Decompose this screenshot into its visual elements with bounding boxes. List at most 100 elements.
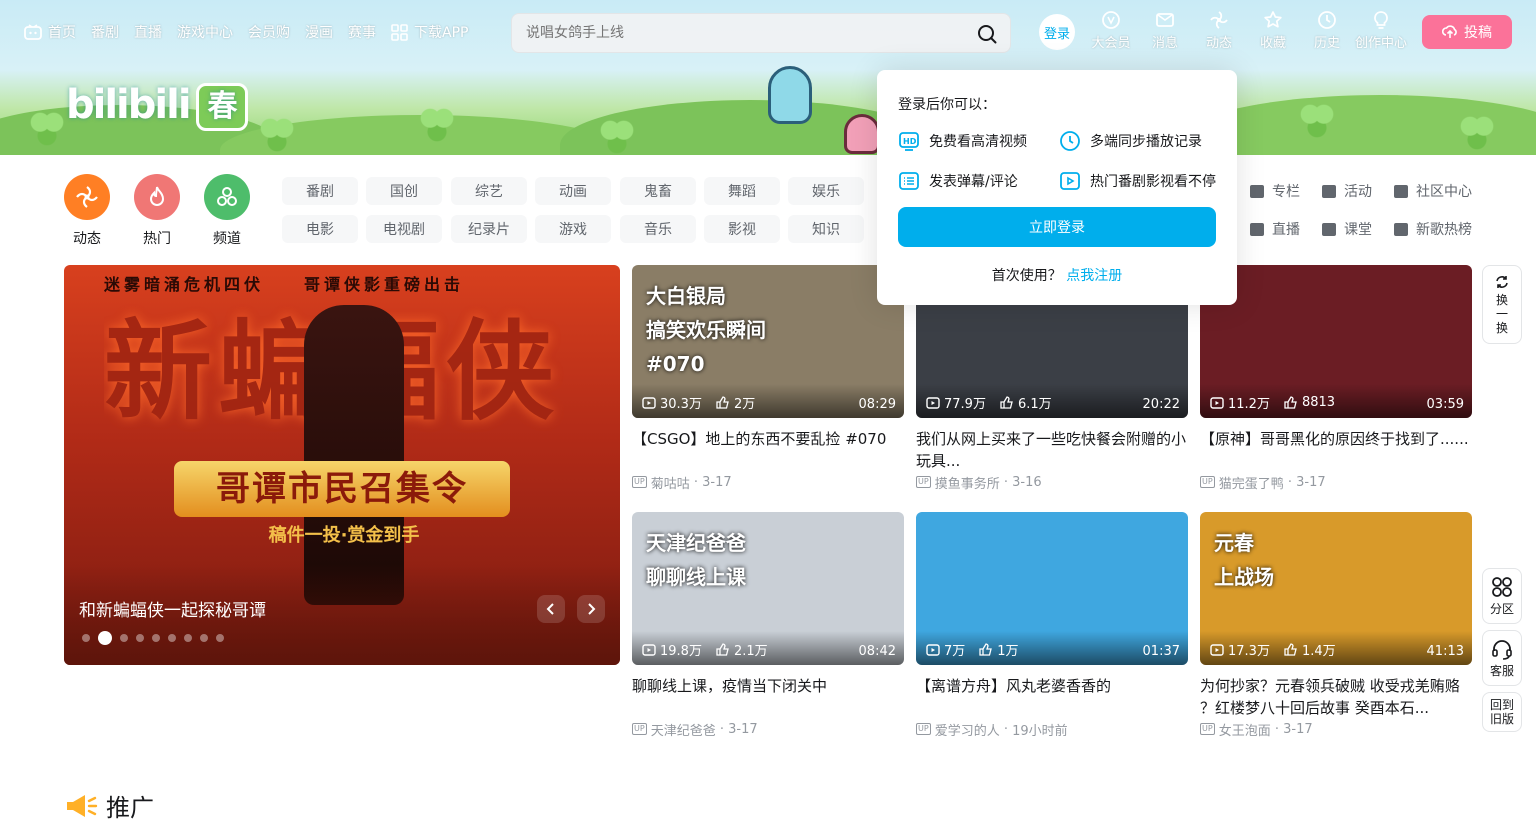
tag-music[interactable]: 音乐 xyxy=(620,215,696,243)
nav-dynamic[interactable]: 动态 xyxy=(1192,10,1246,51)
feature-comment: 发表弹幕/评论 xyxy=(898,170,1018,192)
tag-entertainment[interactable]: 娱乐 xyxy=(788,177,864,205)
video-card[interactable]: 天津纪爸爸 聊聊线上课 19.8万 2.1万 08:42 聊聊线上课，疫情当下闭关中 UP… xyxy=(632,512,904,739)
community-icon xyxy=(1394,184,1408,198)
video-author[interactable]: 猫完蛋了鸭 xyxy=(1219,473,1284,492)
like-count: 1万 xyxy=(997,644,1019,659)
link-community[interactable]: 社区中心 xyxy=(1394,177,1472,205)
nav-favorites[interactable]: 收藏 xyxy=(1246,10,1300,51)
clover-decoration xyxy=(1460,116,1494,150)
link-label: 直播 xyxy=(1272,222,1300,238)
video-author[interactable]: 女王泡面 xyxy=(1219,720,1271,739)
tag-kichiku[interactable]: 鬼畜 xyxy=(620,177,696,205)
tag-movie[interactable]: 电影 xyxy=(282,215,358,243)
search-button[interactable] xyxy=(976,23,998,45)
link-column[interactable]: 专栏 xyxy=(1250,177,1300,205)
tag-animation[interactable]: 动画 xyxy=(535,177,611,205)
top-navigation: 首页 番剧 直播 游戏中心 会员购 漫画 赛事 下载APP 登录 大会员 消息 … xyxy=(0,0,1536,64)
video-author[interactable]: 爱学习的人 xyxy=(935,720,1000,739)
video-thumbnail[interactable]: 天津纪爸爸 聊聊线上课 19.8万 2.1万 08:42 xyxy=(632,512,904,665)
meta-separator: · xyxy=(1283,474,1297,490)
thumbnail-caption: 天津纪爸爸 聊聊线上课 xyxy=(646,531,746,589)
tag-variety[interactable]: 综艺 xyxy=(451,177,527,205)
channel-hot[interactable]: 热门 xyxy=(134,174,180,248)
customer-service-button[interactable]: 客服 xyxy=(1482,630,1522,686)
video-card[interactable]: 元春 上战场 17.3万 1.4万 41:13 为何抄家？元春领兵破贼 收受戎羌贿赂 ？… xyxy=(1200,512,1472,739)
link-new-songs[interactable]: 新歌热榜 xyxy=(1394,215,1472,243)
nav-live[interactable]: 直播 xyxy=(134,22,162,42)
carousel-dot[interactable] xyxy=(184,634,192,642)
carousel-prev-button[interactable] xyxy=(537,595,565,623)
nav-download-app[interactable]: 下载APP xyxy=(391,22,468,42)
nav-home[interactable]: 首页 xyxy=(24,22,76,42)
link-classroom[interactable]: 课堂 xyxy=(1322,215,1372,243)
link-activity[interactable]: 活动 xyxy=(1322,177,1372,205)
video-title[interactable]: 【CSGO】地上的东西不要乱捡 #070 xyxy=(632,428,904,472)
video-thumbnail[interactable]: 大白银局 搞笑欢乐瞬间 #070 30.3万 2万 08:29 xyxy=(632,265,904,418)
video-thumbnail[interactable]: 11.2万 8813 03:59 xyxy=(1200,265,1472,418)
tag-dance[interactable]: 舞蹈 xyxy=(704,177,780,205)
nav-history[interactable]: 历史 xyxy=(1300,10,1354,51)
channel-channels[interactable]: 频道 xyxy=(204,174,250,248)
video-author[interactable]: 菊咕咕 xyxy=(651,473,690,492)
tag-anime[interactable]: 番剧 xyxy=(282,177,358,205)
carousel-dot[interactable] xyxy=(120,634,128,642)
video-title[interactable]: 【离谱方舟】风丸老婆香香的 xyxy=(916,675,1188,719)
video-author[interactable]: 天津纪爸爸 xyxy=(651,720,716,739)
video-card[interactable]: 7万 1万 01:37 【离谱方舟】风丸老婆香香的 UP 爱学习的人 · 19小时前 xyxy=(916,512,1188,739)
carousel-dot[interactable] xyxy=(136,634,144,642)
search-input[interactable] xyxy=(526,23,946,43)
channel-dynamic[interactable]: 动态 xyxy=(64,174,110,248)
link-label: 活动 xyxy=(1344,184,1372,200)
nav-member-shop[interactable]: 会员购 xyxy=(248,22,290,42)
nav-creator-center[interactable]: 创作中心 xyxy=(1354,10,1408,51)
banner-title[interactable]: 和新蝙蝠侠一起探秘哥谭 xyxy=(79,596,266,621)
carousel-next-button[interactable] xyxy=(577,595,605,623)
carousel-dot[interactable] xyxy=(200,634,208,642)
login-now-button[interactable]: 立即登录 xyxy=(898,207,1216,247)
video-thumbnail[interactable]: 元春 上战场 17.3万 1.4万 41:13 xyxy=(1200,512,1472,665)
nav-messages[interactable]: 消息 xyxy=(1138,10,1192,51)
nav-vip[interactable]: 大会员 xyxy=(1084,10,1138,51)
video-meta: UP 猫完蛋了鸭 · 3-17 xyxy=(1200,472,1472,492)
popup-heading: 登录后你可以： xyxy=(898,97,996,113)
carousel-dot[interactable] xyxy=(168,634,176,642)
tag-tv[interactable]: 电视剧 xyxy=(366,215,442,243)
video-thumbnail[interactable]: 7万 1万 01:37 xyxy=(916,512,1188,665)
carousel-banner[interactable]: 迷雾暗涌危机四伏 哥谭侠影重磅出击 新蝙蝠侠 哥谭市民召集令 稿件一投·赏金到手… xyxy=(64,265,620,665)
old-version-button[interactable]: 回到旧版 xyxy=(1482,692,1522,732)
video-date: 3-17 xyxy=(728,721,758,737)
nav-esports[interactable]: 赛事 xyxy=(348,22,376,42)
video-date: 3-17 xyxy=(1296,474,1326,490)
link-live[interactable]: 直播 xyxy=(1250,215,1300,243)
tag-documentary[interactable]: 纪录片 xyxy=(451,215,527,243)
nav-manga[interactable]: 漫画 xyxy=(305,22,333,42)
bilibili-logo[interactable]: bilibili 春 xyxy=(66,82,248,131)
video-title[interactable]: 为何抄家？元春领兵破贼 收受戎羌贿赂 ？红楼梦八十回后故事 癸酉本石... xyxy=(1200,675,1472,719)
refresh-button[interactable]: 换一换 xyxy=(1482,265,1522,344)
carousel-dot[interactable] xyxy=(82,634,90,642)
video-card[interactable]: 11.2万 8813 03:59 【原神】哥哥黑化的原因终于找到了...... UP 猫完… xyxy=(1200,265,1472,492)
tag-knowledge[interactable]: 知识 xyxy=(788,215,864,243)
tag-guochuang[interactable]: 国创 xyxy=(366,177,442,205)
nav-anime[interactable]: 番剧 xyxy=(91,22,119,42)
tag-film[interactable]: 影视 xyxy=(704,215,780,243)
video-title[interactable]: 聊聊线上课，疫情当下闭关中 xyxy=(632,675,904,719)
carousel-dot[interactable] xyxy=(98,631,112,645)
nav-game-center[interactable]: 游戏中心 xyxy=(177,22,233,42)
partition-button[interactable]: 分区 xyxy=(1482,568,1522,624)
upload-button[interactable]: 投稿 xyxy=(1422,15,1512,49)
nav-label: 番剧 xyxy=(91,25,119,41)
carousel-dot[interactable] xyxy=(152,634,160,642)
video-title[interactable]: 【原神】哥哥黑化的原因终于找到了...... xyxy=(1200,428,1472,472)
tag-game[interactable]: 游戏 xyxy=(535,215,611,243)
video-title[interactable]: 我们从网上买来了一些吃快餐会附赠的小玩具... xyxy=(916,428,1188,472)
video-author[interactable]: 摸鱼事务所 xyxy=(935,473,1000,492)
video-card[interactable]: 大白银局 搞笑欢乐瞬间 #070 30.3万 2万 08:29 【CSGO】地上的东西不… xyxy=(632,265,904,492)
register-link[interactable]: 点我注册 xyxy=(1066,268,1122,284)
channel-label: 动态 xyxy=(73,231,101,247)
carousel-dot[interactable] xyxy=(216,634,224,642)
login-avatar-button[interactable]: 登录 xyxy=(1039,14,1075,50)
login-popup: 登录后你可以： HD 免费看高清视频 多端同步播放记录 发表弹幕/评论 热门番剧… xyxy=(877,70,1237,305)
play-count-icon xyxy=(926,643,940,656)
